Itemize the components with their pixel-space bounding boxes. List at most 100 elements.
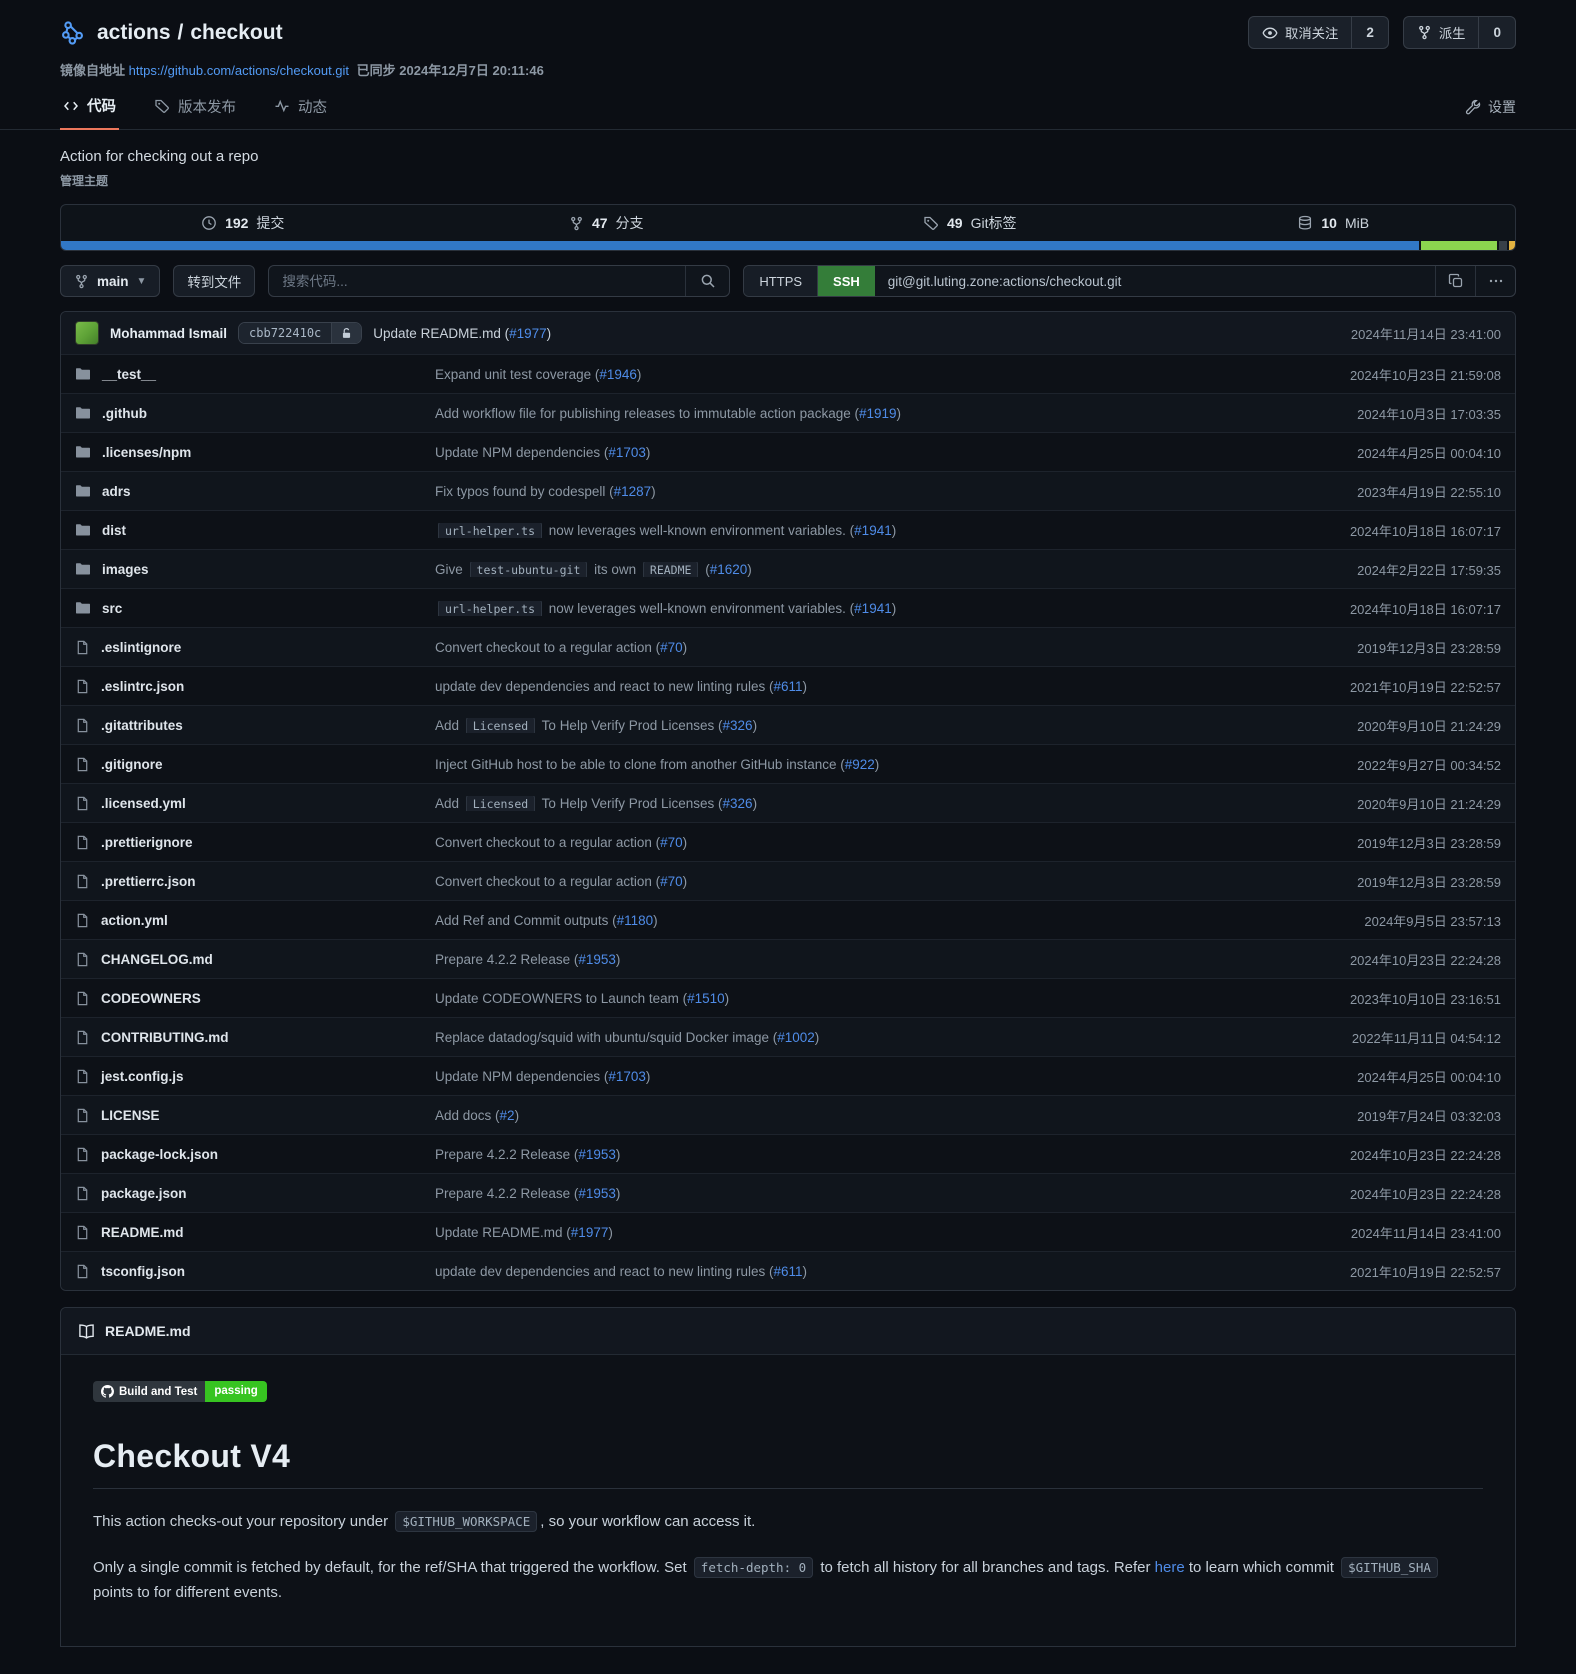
search-input[interactable] [269, 266, 685, 296]
pr-link[interactable]: #922 [845, 757, 875, 772]
file-link[interactable]: README.md [101, 1225, 184, 1240]
file-link[interactable]: CODEOWNERS [101, 991, 201, 1006]
commit-sha-link[interactable]: cbb722410c [239, 323, 331, 343]
repo-owner-link[interactable]: actions [97, 21, 171, 44]
tab-settings[interactable]: 设置 [1465, 97, 1516, 129]
tab-code[interactable]: 代码 [60, 95, 119, 130]
language-bar[interactable] [61, 241, 1515, 250]
file-link[interactable]: jest.config.js [101, 1069, 184, 1084]
file-link[interactable]: tsconfig.json [101, 1264, 185, 1279]
pr-link[interactable]: #1953 [578, 1186, 616, 1201]
language-bar-segment [61, 241, 1419, 250]
pr-link[interactable]: #1941 [854, 601, 892, 616]
file-link[interactable]: .prettierrc.json [101, 874, 196, 889]
pr-link[interactable]: #70 [660, 640, 683, 655]
file-link[interactable]: CONTRIBUTING.md [101, 1030, 229, 1045]
text: ) [616, 1147, 621, 1162]
mirror-url-link[interactable]: https://github.com/actions/checkout.git [129, 63, 349, 78]
file-link[interactable]: images [102, 562, 149, 577]
file-link[interactable]: CHANGELOG.md [101, 952, 213, 967]
pr-link[interactable]: #1510 [687, 991, 725, 1006]
pr-link[interactable]: #1180 [617, 913, 654, 928]
commit-author-link[interactable]: Mohammad Ismail [110, 326, 227, 341]
pr-link[interactable]: #1620 [710, 562, 748, 577]
search-button[interactable] [685, 266, 729, 296]
clone-ssh-button[interactable]: SSH [818, 266, 875, 296]
tab-code-label: 代码 [87, 95, 116, 116]
file-link[interactable]: dist [102, 523, 126, 538]
file-link[interactable]: package.json [101, 1186, 187, 1201]
watchers-count[interactable]: 2 [1351, 17, 1388, 48]
forks-count[interactable]: 0 [1478, 17, 1515, 48]
file-link[interactable]: .gitignore [101, 757, 163, 772]
file-link[interactable]: src [102, 601, 122, 616]
stat-branches[interactable]: 47 分支 [425, 213, 789, 233]
repo-name-link[interactable]: checkout [190, 21, 282, 44]
language-bar-segment [1499, 241, 1508, 250]
pr-link[interactable]: #70 [660, 874, 683, 889]
tab-releases[interactable]: 版本发布 [151, 95, 239, 129]
readme-header[interactable]: README.md [61, 1308, 1515, 1355]
fork-button[interactable]: 派生 [1404, 17, 1479, 48]
commit-message: Update NPM dependencies (#1703) [435, 445, 1251, 460]
tab-activity[interactable]: 动态 [271, 95, 330, 129]
pr-link[interactable]: #611 [773, 1264, 802, 1279]
pr-link[interactable]: #1946 [599, 367, 637, 382]
stat-commits[interactable]: 192 提交 [61, 213, 425, 233]
pr-link[interactable]: #1703 [608, 1069, 646, 1084]
text: Convert checkout to a regular action ( [435, 874, 660, 889]
readme-link[interactable]: here [1155, 1559, 1185, 1576]
file-link[interactable]: __test__ [102, 367, 156, 382]
file-link[interactable]: .prettierignore [101, 835, 193, 850]
pr-link[interactable]: #1002 [777, 1030, 815, 1045]
table-row: package-lock.json Prepare 4.2.2 Release (… [61, 1134, 1515, 1173]
stat-size[interactable]: 10 MiB [1152, 215, 1516, 231]
file-link[interactable]: package-lock.json [101, 1147, 218, 1162]
pr-link[interactable]: #326 [723, 796, 753, 811]
pr-link[interactable]: #1977 [571, 1225, 609, 1240]
avatar[interactable] [75, 321, 99, 345]
clone-url-field[interactable]: git@git.luting.zone:actions/checkout.git [875, 266, 1435, 296]
clone-https-button[interactable]: HTTPS [744, 266, 818, 296]
file-link[interactable]: .gitattributes [101, 718, 183, 733]
build-status-badge[interactable]: Build and Test passing [93, 1381, 267, 1402]
clone-more-button[interactable] [1475, 266, 1515, 296]
file-link[interactable]: .licensed.yml [101, 796, 186, 811]
text: points to for different events. [93, 1584, 282, 1601]
commit-message: Add docs (#2) [435, 1108, 1251, 1123]
file-link[interactable]: .github [102, 406, 147, 421]
pr-link[interactable]: #1953 [578, 952, 616, 967]
pr-link[interactable]: #1953 [578, 1147, 616, 1162]
page: actions/checkout 取消关注 2 [0, 0, 1576, 1647]
manage-topics-link[interactable]: 管理主题 [60, 172, 108, 189]
readme-panel: README.md Build and Test passing Checkou… [60, 1307, 1516, 1647]
file-icon [75, 1264, 90, 1279]
unwatch-button[interactable]: 取消关注 [1249, 17, 1351, 48]
commit-message: Prepare 4.2.2 Release (#1953) [435, 1147, 1251, 1162]
file-link[interactable]: .eslintrc.json [101, 679, 184, 694]
pr-link[interactable]: #2 [500, 1108, 515, 1123]
size-count: 10 [1321, 215, 1337, 231]
copy-url-button[interactable] [1435, 266, 1475, 296]
goto-file-button[interactable]: 转到文件 [173, 265, 255, 297]
header-top: actions/checkout 取消关注 2 [60, 16, 1516, 49]
stat-tags[interactable]: 49 Git标签 [788, 213, 1152, 233]
branch-selector[interactable]: main ▼ [60, 265, 160, 297]
text: Add workflow file for publishing release… [435, 406, 859, 421]
pr-link[interactable]: #611 [773, 679, 802, 694]
file-link[interactable]: LICENSE [101, 1108, 160, 1123]
file-link[interactable]: action.yml [101, 913, 168, 928]
pr-link[interactable]: #1919 [859, 406, 897, 421]
pr-link[interactable]: #70 [660, 835, 683, 850]
pr-link[interactable]: #1287 [614, 484, 652, 499]
file-link[interactable]: .eslintignore [101, 640, 181, 655]
table-row: srcurl-helper.ts now leverages well-know… [61, 588, 1515, 627]
commit-message: update dev dependencies and react to new… [435, 1264, 1251, 1279]
text: , so your workflow can access it. [540, 1513, 755, 1530]
file-link[interactable]: .licenses/npm [102, 445, 191, 460]
file-link[interactable]: adrs [102, 484, 131, 499]
pr-link[interactable]: #1703 [608, 445, 646, 460]
pr-link[interactable]: #1941 [854, 523, 892, 538]
pr-link[interactable]: #1977 [509, 326, 547, 341]
pr-link[interactable]: #326 [723, 718, 753, 733]
